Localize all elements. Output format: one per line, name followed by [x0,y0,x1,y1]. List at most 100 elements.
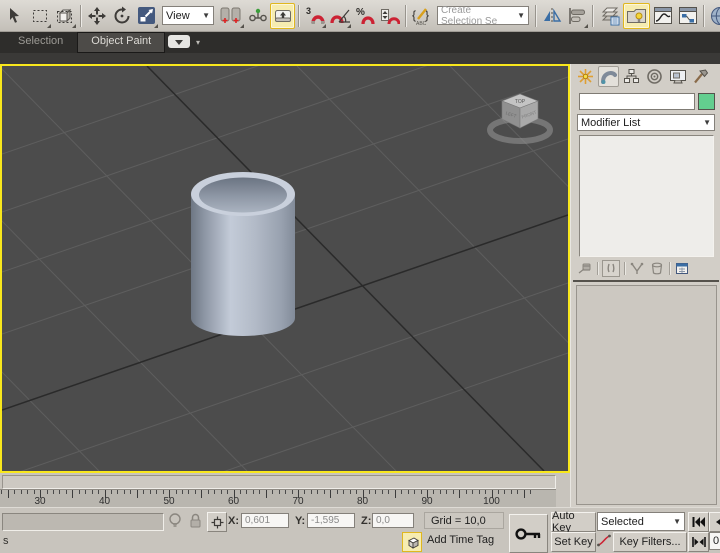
ruler-tick [27,490,28,494]
ruler-tick [524,490,525,498]
minimize-ribbon-button[interactable] [168,35,190,48]
add-time-tag[interactable]: Add Time Tag [427,534,494,546]
tab-display[interactable] [667,66,688,87]
status-bar: X: 0,601 Y: -1,595 Z: 0,0 Grid = 10,0 s … [0,507,720,553]
ruler-tick [47,490,48,494]
go-to-start-button[interactable] [688,512,709,532]
y-coordinate-field[interactable]: -1,595 [307,513,355,528]
ruler-tick [1,490,2,494]
ruler-tick [466,490,467,494]
mirror-button[interactable] [539,3,564,29]
ruler-tick [401,490,402,494]
use-pivot-point-center-button[interactable] [217,3,245,29]
select-and-rotate-button[interactable] [109,3,134,29]
key-mode-toggle-button[interactable] [688,532,709,552]
key-filters-button[interactable]: Key Filters... [613,532,687,552]
percent-snap-icon: % [355,6,375,26]
perspective-viewport[interactable]: TOP LEFT FRONT [0,64,570,473]
edit-named-selection-sets-button[interactable]: {} ABC [409,3,434,29]
object-name-input[interactable] [579,93,695,110]
align-button[interactable] [564,3,589,29]
tab-create[interactable] [575,66,596,87]
object-color-swatch[interactable] [698,93,715,110]
configure-modifier-sets-button[interactable] [674,261,690,276]
keyboard-shortcut-override-button[interactable] [270,3,295,29]
tab-hierarchy[interactable] [621,66,642,87]
trackbar-ruler[interactable]: 30405060708090100 [0,489,556,508]
time-slider[interactable] [0,473,570,489]
reference-coordinate-dropdown[interactable]: View ▼ [162,6,214,25]
motion-icon [646,68,663,85]
ruler-label: 50 [163,496,174,507]
modifier-list-dropdown[interactable]: Modifier List ▼ [577,114,715,131]
modifier-stack-list[interactable] [579,135,714,257]
default-tangents-button[interactable] [597,533,611,553]
ruler-tick [337,490,338,494]
make-unique-button[interactable] [629,261,645,276]
ruler-tick [72,490,73,498]
show-end-result-button[interactable] [602,260,620,277]
ruler-tick [176,490,177,494]
auto-key-button[interactable]: Auto Key [551,512,596,532]
edit-named-selection-sets-icon: {} ABC [412,6,432,26]
key-filter-scope-dropdown[interactable]: Selected ▼ [597,512,685,531]
status-line-field[interactable] [2,513,164,531]
create-selection-set-dropdown[interactable]: Create Selection Se ▼ [437,6,529,25]
svg-text:ABC: ABC [416,21,427,26]
stack-separator [669,262,670,275]
previous-frame-button[interactable] [709,512,720,532]
ruler-tick [356,490,357,494]
ruler-tick [343,490,344,494]
lightbulb-icon [168,512,182,530]
ribbon-options-chevron-icon[interactable]: ▾ [196,38,200,47]
angle-snap-button[interactable] [327,3,352,29]
tab-object-paint[interactable]: Object Paint [77,32,165,53]
ruler-tick [375,490,376,494]
selection-lock-button[interactable] [188,512,203,534]
remove-modifier-button[interactable] [649,261,665,276]
select-and-rotate-icon [112,6,132,26]
window-crossing-button[interactable] [52,3,77,29]
percent-snap-button[interactable]: % [352,3,377,29]
viewcube-top-label[interactable]: TOP [515,99,526,105]
tab-selection[interactable]: Selection [4,32,77,53]
schematic-view-button[interactable] [675,3,700,29]
rollout-area[interactable] [576,285,717,505]
select-and-move-button[interactable] [84,3,109,29]
tube-object[interactable] [187,166,299,346]
ruler-tick [253,490,254,494]
lightbulb-button[interactable] [168,512,182,535]
ruler-tick [388,490,389,494]
ruler-tick [14,490,15,494]
z-coordinate-label: Z: [361,515,371,527]
toolbar-separator [298,5,299,27]
ruler-tick [188,490,189,494]
curve-editor-button[interactable] [650,3,675,29]
absolute-offset-mode-button[interactable] [207,512,227,532]
viewcube[interactable]: TOP LEFT FRONT [484,86,556,148]
tab-utilities[interactable] [690,66,711,87]
ribbon-toggle-button[interactable] [623,3,650,29]
pin-stack-button[interactable] [577,261,593,276]
spinner-snap-button[interactable] [377,3,402,29]
snaps-toggle-3d-button[interactable]: 3 [302,3,327,29]
material-editor-button[interactable] [707,3,720,29]
tab-motion[interactable] [644,66,665,87]
tab-modify[interactable] [598,66,619,87]
manage-layers-button[interactable] [596,3,623,29]
time-slider-track[interactable] [2,475,556,489]
z-coordinate-field[interactable]: 0,0 [372,513,414,528]
set-key-button[interactable]: Set Key [551,532,596,552]
set-keys-button[interactable] [509,514,548,553]
ruler-tick [201,490,202,498]
x-coordinate-field[interactable]: 0,601 [241,513,289,528]
current-frame-field[interactable]: 0 [709,532,720,550]
rectangular-selection-button[interactable] [27,3,52,29]
select-and-manipulate-button[interactable] [245,3,270,29]
select-object-button[interactable] [2,3,27,29]
ruler-tick [324,490,325,494]
select-and-scale-button[interactable] [134,3,159,29]
adaptive-degradation-button[interactable] [402,532,422,552]
ruler-tick [382,490,383,494]
ruler-tick [453,490,454,494]
